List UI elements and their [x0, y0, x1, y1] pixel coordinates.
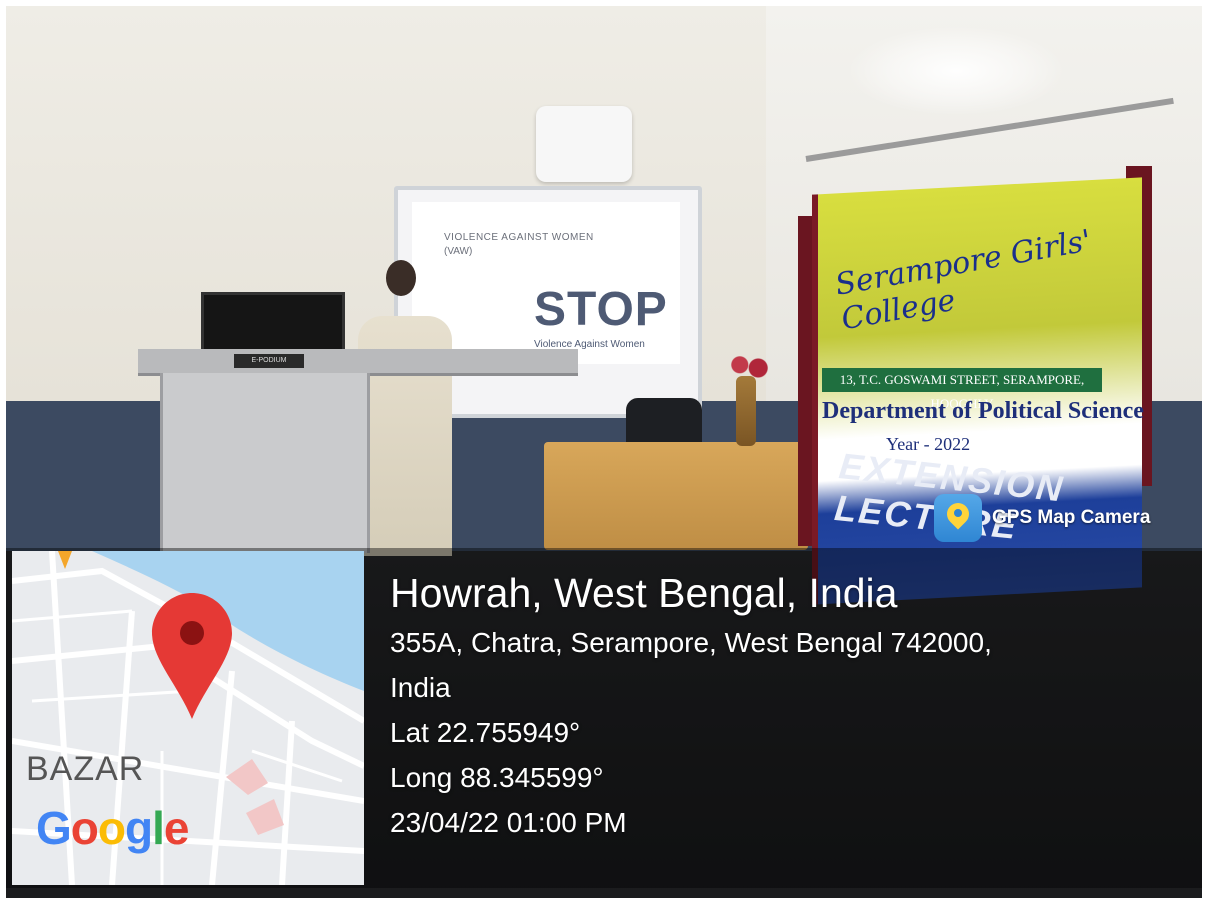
location-title: Howrah, West Bengal, India: [390, 570, 898, 616]
slide-heading-abbr: (VAW): [444, 246, 473, 257]
latitude: Lat 22.755949°: [390, 717, 581, 748]
datetime: 23/04/22 01:00 PM: [390, 807, 627, 838]
map-area-label: BAZAR: [26, 750, 145, 788]
gps-app-tag: GPS Map Camera: [934, 494, 1150, 542]
banner-address: 13, T.C. GOSWAMI STREET, SERAMPORE, HOOG…: [822, 368, 1102, 411]
classroom-photo: VIOLENCE AGAINST WOMEN (VAW) STOP Violen…: [6, 6, 1202, 898]
slide-heading: VIOLENCE AGAINST WOMEN: [444, 232, 594, 243]
photo-frame: VIOLENCE AGAINST WOMEN (VAW) STOP Violen…: [0, 0, 1208, 904]
gps-app-label: GPS Map Camera: [992, 507, 1151, 528]
light-glare: [846, 26, 1066, 116]
speaker-head: [386, 260, 416, 296]
location-info: Howrah, West Bengal, India 355A, Chatra,…: [390, 566, 1190, 845]
slide-stop-text: STOP: [534, 283, 668, 336]
location-address-line2: India: [390, 672, 451, 703]
banner-department: Department of Political Science: [822, 398, 1144, 424]
map-thumbnail: BAZAR Google: [12, 551, 364, 885]
longitude: Long 88.345599°: [390, 762, 604, 793]
location-address-line1: 355A, Chatra, Serampore, West Bengal 742…: [390, 627, 992, 658]
table: [544, 442, 808, 550]
projector: [536, 106, 632, 182]
vase: [736, 376, 756, 446]
bag: [626, 398, 702, 448]
podium-top: [138, 349, 578, 376]
podium-body: [160, 373, 370, 553]
gps-map-camera-icon: [934, 494, 982, 542]
google-logo: Google: [36, 802, 189, 854]
podium-label: E-PODIUM: [234, 354, 304, 368]
podium-monitor: [201, 292, 345, 354]
